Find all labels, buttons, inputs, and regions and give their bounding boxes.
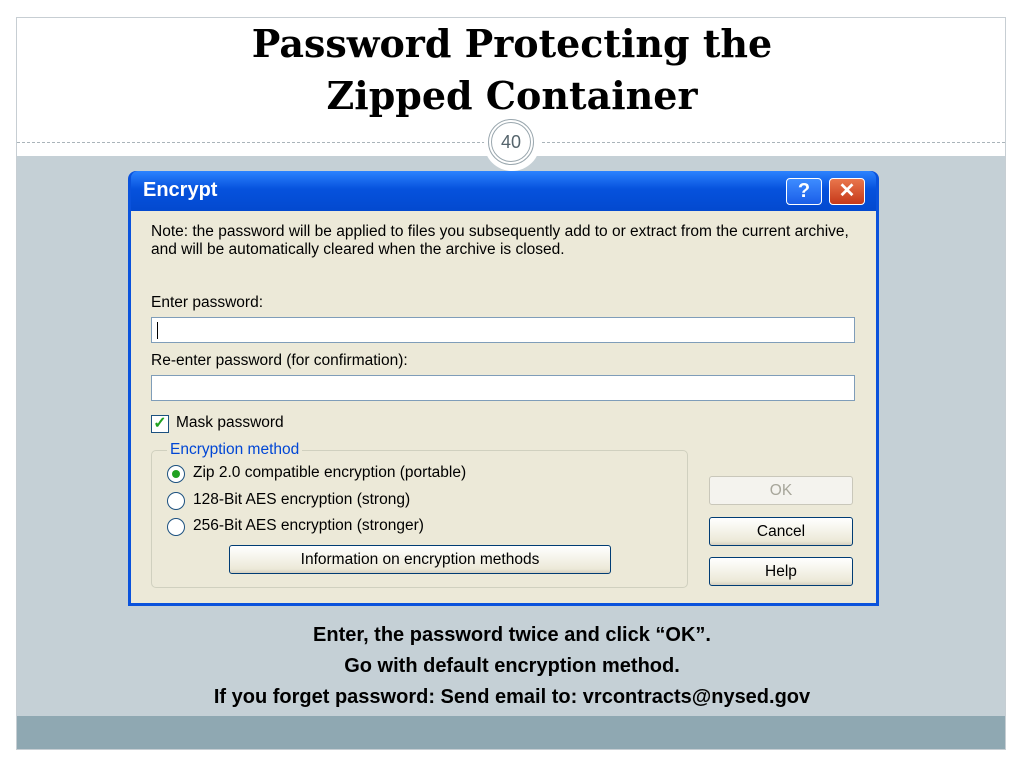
ok-button[interactable]: OK	[709, 476, 853, 505]
footer-band	[17, 716, 1005, 749]
encryption-method-legend: Encryption method	[167, 441, 303, 459]
encrypt-dialog: Encrypt ? ✕ Note: the password will be a…	[128, 171, 879, 606]
dialog-title: Encrypt	[143, 179, 218, 201]
radio-aes256[interactable]	[167, 518, 185, 536]
checkmark-icon: ✓	[153, 415, 167, 432]
radio-aes256-label[interactable]: 256-Bit AES encryption (stronger)	[193, 517, 424, 535]
reenter-password-field[interactable]	[151, 375, 855, 401]
note-text: Note: the password will be applied to fi…	[151, 223, 849, 258]
radio-aes128-label[interactable]: 128-Bit AES encryption (strong)	[193, 491, 410, 509]
mask-password-checkbox[interactable]: ✓	[151, 415, 169, 433]
page-number: 40	[488, 119, 534, 165]
caption-line3: If you forget password: Send email to: v…	[213, 686, 811, 708]
encryption-info-button[interactable]: Information on encryption methods	[229, 545, 611, 574]
radio-zip20[interactable]	[167, 465, 185, 483]
mask-password-label[interactable]: Mask password	[176, 414, 284, 432]
enter-password-field[interactable]	[151, 317, 855, 343]
slide-title-line1: Password Protecting the	[251, 21, 773, 66]
reenter-password-label: Re-enter password (for confirmation):	[151, 352, 408, 369]
caption-line2: Go with default encryption method.	[344, 655, 680, 677]
dialog-titlebar[interactable]: Encrypt ? ✕	[131, 171, 876, 211]
close-button[interactable]: ✕	[829, 178, 865, 205]
enter-password-label: Enter password:	[151, 294, 263, 311]
radio-zip20-label[interactable]: Zip 2.0 compatible encryption (portable)	[193, 464, 466, 482]
dialog-body: Note: the password will be applied to fi…	[131, 211, 876, 603]
slide-title: Password Protecting the Zipped Container	[0, 18, 1024, 122]
cancel-button[interactable]: Cancel	[709, 517, 853, 546]
caption-line1: Enter, the password twice and click “OK”…	[313, 624, 711, 646]
help-titlebar-button[interactable]: ?	[786, 178, 822, 205]
text-caret	[157, 322, 158, 339]
radio-aes128[interactable]	[167, 492, 185, 510]
help-button[interactable]: Help	[709, 557, 853, 586]
